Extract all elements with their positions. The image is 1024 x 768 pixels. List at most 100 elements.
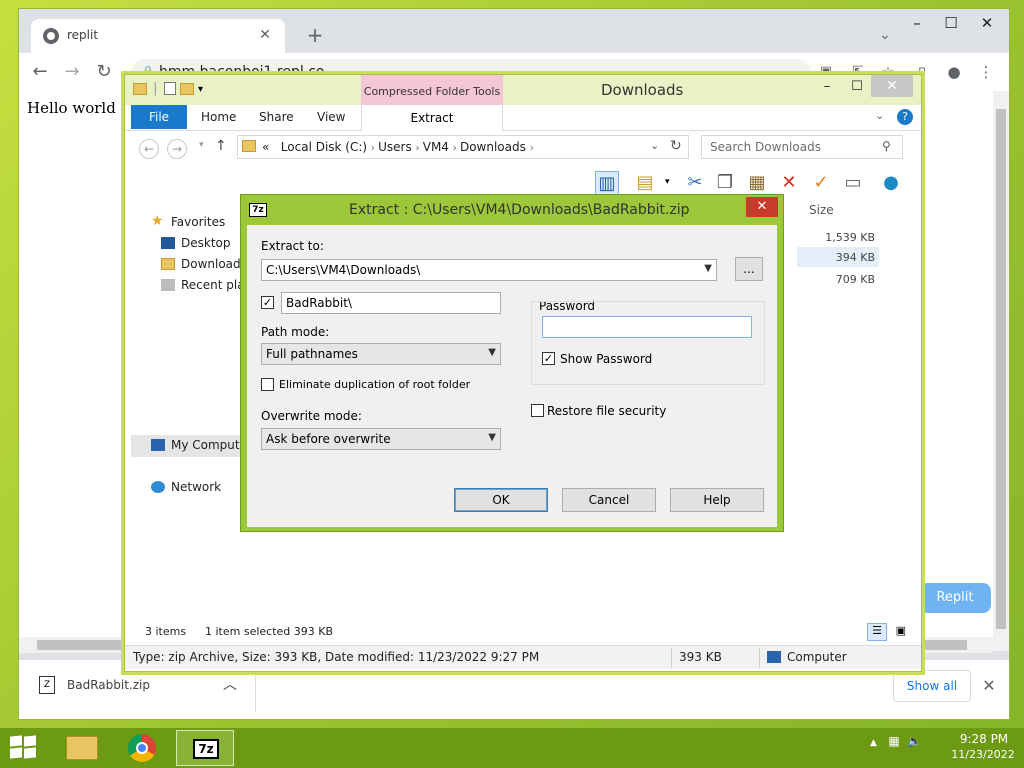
nav-my-computer-row[interactable]: My Compute — [131, 435, 249, 457]
eliminate-duplication-label[interactable]: Eliminate duplication of root folder — [279, 378, 470, 391]
file-size[interactable]: 1,539 KB — [797, 231, 875, 244]
subfolder-checkbox[interactable]: ✓ — [261, 296, 274, 309]
ok-button[interactable]: OK — [454, 488, 548, 512]
qat-dropdown-icon[interactable]: ▾ — [198, 84, 203, 95]
details-view-icon[interactable]: ☰ — [867, 623, 887, 641]
up-arrow-icon[interactable]: ↑ — [215, 138, 227, 154]
tab-file[interactable]: File — [131, 105, 187, 129]
back-arrow-icon[interactable]: ← — [139, 139, 159, 159]
cancel-button[interactable]: Cancel — [562, 488, 656, 512]
close-button[interactable]: ✕ — [973, 13, 1001, 33]
chevron-down-icon[interactable]: ▼ — [704, 263, 712, 274]
restore-security-checkbox[interactable] — [531, 404, 544, 417]
chevron-down-icon[interactable]: ⌄ — [875, 109, 884, 122]
tab-share[interactable]: Share — [259, 110, 294, 124]
recent-locations-icon[interactable]: ▾ — [199, 140, 204, 150]
profile-avatar-icon[interactable]: ● — [943, 61, 965, 83]
replit-button[interactable]: Replit — [919, 583, 991, 613]
forward-arrow-icon[interactable]: → — [167, 139, 187, 159]
tab-close-icon[interactable]: ✕ — [257, 26, 273, 44]
breadcrumb-overflow[interactable]: « — [262, 140, 269, 154]
taskbar-7zip[interactable]: 7z — [176, 730, 234, 766]
nav-network[interactable]: Network — [171, 480, 221, 494]
chevron-down-icon[interactable]: ▼ — [488, 347, 496, 358]
taskbar-file-explorer[interactable] — [56, 730, 108, 766]
eliminate-duplication-checkbox[interactable] — [261, 378, 274, 391]
close-button[interactable]: ✕ — [871, 75, 913, 97]
search-input[interactable]: Search Downloads ⚲ — [701, 135, 903, 159]
folder-icon — [242, 140, 256, 152]
start-button[interactable] — [10, 735, 38, 760]
file-size[interactable]: 394 KB — [797, 251, 875, 264]
clock-time[interactable]: 9:28 PM — [954, 732, 1014, 746]
size-column-header[interactable]: Size — [809, 203, 834, 217]
checkmark-icon[interactable]: ✓ — [809, 171, 833, 195]
nav-favorites[interactable]: Favorites — [171, 215, 225, 229]
network-icon[interactable]: ▦ — [888, 734, 899, 748]
properties-icon[interactable] — [163, 82, 176, 95]
close-button[interactable]: ✕ — [746, 197, 778, 217]
nav-downloads[interactable]: Downloads — [181, 257, 247, 271]
large-icons-view-icon[interactable]: ▣ — [891, 624, 911, 642]
extract-to-combo[interactable]: C:\Users\VM4\Downloads\ ▼ — [261, 259, 717, 281]
chrome-menu-icon[interactable]: ⋮ — [975, 61, 997, 83]
minimize-button[interactable]: – — [813, 77, 841, 97]
breadcrumb-item[interactable]: Local Disk (C:) — [281, 140, 367, 154]
clock-date[interactable]: 11/23/2022 — [948, 748, 1018, 761]
quick-access-toolbar[interactable]: | ▾ — [133, 81, 203, 96]
breadcrumb-item[interactable]: Users — [378, 140, 412, 154]
subfolder-input[interactable]: BadRabbit\ — [281, 292, 501, 314]
folder-properties-icon[interactable]: ▤ — [633, 171, 657, 195]
chevron-up-icon[interactable]: ︿ — [223, 674, 237, 694]
maximize-button[interactable]: ☐ — [937, 13, 965, 33]
path-mode-select[interactable]: Full pathnames ▼ — [261, 343, 501, 365]
reload-icon[interactable]: ↻ — [93, 61, 115, 83]
globe-icon[interactable]: ● — [879, 171, 903, 195]
file-size[interactable]: 709 KB — [797, 273, 875, 286]
tab-extract[interactable]: Extract — [361, 105, 503, 131]
forward-arrow-icon[interactable]: → — [61, 61, 83, 83]
overwrite-mode-select[interactable]: Ask before overwrite ▼ — [261, 428, 501, 450]
extract-to-value: C:\Users\VM4\Downloads\ — [266, 263, 421, 277]
tab-search-chevron-icon[interactable]: ⌄ — [879, 27, 891, 43]
chevron-down-icon[interactable]: ⌄ — [650, 139, 659, 152]
browser-tab[interactable]: replit ✕ — [31, 19, 285, 53]
vertical-scrollbar[interactable] — [993, 91, 1009, 651]
taskbar-chrome[interactable] — [118, 730, 170, 766]
browse-button[interactable]: ... — [735, 257, 763, 281]
maximize-button[interactable]: ☐ — [843, 77, 871, 97]
scrollbar-thumb[interactable] — [996, 109, 1006, 629]
computer-icon — [151, 439, 165, 451]
new-tab-button[interactable]: + — [305, 25, 325, 47]
nav-desktop[interactable]: Desktop — [181, 236, 231, 250]
show-all-button[interactable]: Show all — [893, 670, 971, 702]
copy-icon[interactable]: ❐ — [713, 171, 737, 195]
back-arrow-icon[interactable]: ← — [29, 61, 51, 83]
show-password-label[interactable]: Show Password — [560, 352, 652, 366]
restore-security-label[interactable]: Restore file security — [547, 404, 666, 418]
show-hidden-icons-icon[interactable]: ▲ — [870, 738, 877, 748]
dropdown-icon[interactable]: ▾ — [665, 177, 670, 187]
chevron-down-icon[interactable]: ▼ — [488, 432, 496, 443]
preview-pane-icon[interactable]: ▥ — [595, 171, 619, 195]
minimize-button[interactable]: – — [903, 13, 931, 33]
download-file-name[interactable]: BadRabbit.zip — [67, 678, 150, 692]
password-input[interactable] — [542, 316, 752, 338]
volume-icon[interactable]: 🔈 — [907, 734, 922, 748]
refresh-icon[interactable]: ↻ — [670, 138, 682, 154]
breadcrumb-item[interactable]: VM4 — [423, 140, 449, 154]
close-icon[interactable]: ✕ — [979, 676, 999, 696]
help-icon[interactable]: ? — [897, 109, 913, 125]
delete-icon[interactable]: ✕ — [777, 171, 801, 195]
breadcrumb-item[interactable]: Downloads — [460, 140, 526, 154]
cut-icon[interactable]: ✂ — [683, 171, 707, 195]
tab-view[interactable]: View — [317, 110, 345, 124]
new-folder-icon[interactable] — [179, 82, 194, 95]
nav-my-computer[interactable]: My Compute — [171, 438, 247, 452]
breadcrumb[interactable]: « Local Disk (C:) › Users › VM4 › Downlo… — [237, 135, 689, 159]
help-button[interactable]: Help — [670, 488, 764, 512]
paste-icon[interactable]: ▦ — [745, 171, 769, 195]
rename-icon[interactable]: ▭ — [841, 171, 865, 195]
show-password-checkbox[interactable]: ✓ — [542, 352, 555, 365]
tab-home[interactable]: Home — [201, 110, 236, 124]
